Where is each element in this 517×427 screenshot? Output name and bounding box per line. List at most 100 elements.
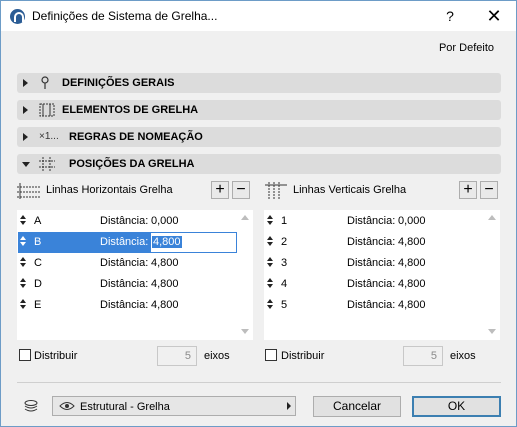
line-name: 5	[281, 299, 288, 311]
help-button[interactable]: ?	[437, 5, 463, 27]
remove-horizontal-line-button[interactable]: −	[232, 181, 250, 199]
add-vertical-line-button[interactable]: +	[459, 181, 477, 199]
remove-vertical-line-button[interactable]: −	[480, 181, 498, 199]
distance-value[interactable]: 4,800	[398, 299, 426, 311]
reorder-handle-icon[interactable]	[267, 214, 273, 228]
section-label: ELEMENTOS DE GRELHA	[62, 104, 199, 116]
list-item[interactable]: A Distância: 0,000	[18, 211, 238, 232]
distance-edit-field[interactable]: 4,800	[150, 232, 237, 253]
horizontal-axes-count-field[interactable]: 5	[157, 346, 197, 366]
vertical-axes-count-field[interactable]: 5	[403, 346, 443, 366]
grid-position-icon	[39, 157, 55, 171]
expand-arrow-icon	[23, 79, 28, 87]
line-name: C	[34, 257, 42, 269]
expand-arrow-icon	[23, 133, 28, 141]
scroll-down-arrow-icon[interactable]	[241, 329, 249, 334]
distance-value[interactable]: 4,800	[151, 278, 179, 290]
reorder-handle-icon[interactable]	[267, 256, 273, 270]
distance-label: Distância:	[347, 236, 396, 248]
ok-button[interactable]: OK	[412, 396, 501, 417]
distance-value[interactable]: 4,800	[398, 236, 426, 248]
distance-label: Distância:	[100, 236, 149, 248]
section-label: POSIÇÕES DA GRELHA	[69, 158, 195, 170]
distance-value[interactable]: 4,800	[398, 278, 426, 290]
list-item[interactable]: 2 Distância: 4,800	[265, 232, 485, 253]
grid-system-settings-dialog: Definições de Sistema de Grelha... ? ✕ P…	[0, 0, 517, 427]
horizontal-lines-title: Linhas Horizontais Grelha	[46, 184, 173, 196]
vertical-lines-list[interactable]: 1 Distância: 0,000 2 Distância: 4,800 3 …	[264, 210, 500, 340]
distance-value[interactable]: 0,000	[151, 215, 179, 227]
list-item[interactable]: D Distância: 4,800	[18, 274, 238, 295]
section-naming-rules[interactable]: ×1... REGRAS DE NOMEAÇÃO	[17, 127, 501, 147]
vertical-distribute-checkbox[interactable]	[265, 349, 277, 361]
layer-dropdown[interactable]: Estrutural - Grelha	[52, 396, 296, 416]
line-name: 3	[281, 257, 288, 269]
expand-arrow-icon	[23, 106, 28, 114]
distance-value[interactable]: 4,800	[398, 257, 426, 269]
line-name: 4	[281, 278, 288, 290]
distance-label: Distância:	[347, 257, 396, 269]
vertical-grid-lines-icon	[265, 182, 287, 200]
distance-label: Distância:	[100, 299, 149, 311]
line-name: E	[34, 299, 42, 311]
scroll-up-arrow-icon[interactable]	[241, 215, 249, 220]
pin-icon	[39, 76, 55, 90]
scroll-down-arrow-icon[interactable]	[488, 329, 496, 334]
reorder-handle-icon[interactable]	[267, 298, 273, 312]
line-name: A	[34, 215, 42, 227]
naming-icon: ×1...	[39, 131, 59, 142]
layer-dropdown-value: Estrutural - Grelha	[80, 401, 170, 413]
window-title: Definições de Sistema de Grelha...	[32, 9, 218, 23]
reorder-handle-icon[interactable]	[20, 256, 26, 270]
section-grid-positions[interactable]: POSIÇÕES DA GRELHA	[17, 154, 501, 174]
list-item[interactable]: 4 Distância: 4,800	[265, 274, 485, 295]
vertical-axes-label: eixos	[450, 350, 476, 362]
section-label: DEFINIÇÕES GERAIS	[62, 77, 175, 89]
list-item[interactable]: 5 Distância: 4,800	[265, 295, 485, 316]
line-name: 1	[281, 215, 288, 227]
distance-label: Distância:	[347, 278, 396, 290]
horizontal-grid-lines-icon	[17, 183, 41, 199]
list-item[interactable]: E Distância: 4,800	[18, 295, 238, 316]
vertical-lines-title: Linhas Verticais Grelha	[293, 184, 407, 196]
layers-icon	[23, 398, 39, 414]
list-item[interactable]: 1 Distância: 0,000	[265, 211, 485, 232]
horizontal-distribute-label: Distribuir	[34, 350, 78, 362]
vertical-scrollbar[interactable]	[238, 211, 252, 339]
cancel-button[interactable]: Cancelar	[313, 396, 401, 417]
list-item[interactable]: C Distância: 4,800	[18, 253, 238, 274]
line-name: 2	[281, 236, 288, 248]
section-general-settings[interactable]: DEFINIÇÕES GERAIS	[17, 73, 501, 93]
dropdown-arrow-icon	[287, 402, 291, 410]
distance-edit-value: 4,800	[152, 236, 182, 248]
close-button[interactable]: ✕	[481, 5, 507, 27]
horizontal-axes-label: eixos	[204, 350, 230, 362]
distance-label: Distância:	[100, 215, 149, 227]
horizontal-lines-list[interactable]: A Distância: 0,000 B Distância: 4,800 C …	[17, 210, 253, 340]
line-name: B	[34, 236, 42, 248]
distance-value[interactable]: 4,800	[151, 299, 179, 311]
horizontal-distribute-checkbox[interactable]	[19, 349, 31, 361]
distance-value[interactable]: 4,800	[151, 257, 179, 269]
distance-label: Distância:	[347, 299, 396, 311]
reorder-handle-icon[interactable]	[20, 277, 26, 291]
footer-divider	[17, 382, 501, 383]
line-name: D	[34, 278, 42, 290]
title-bar: Definições de Sistema de Grelha... ? ✕	[1, 1, 516, 31]
reorder-handle-icon[interactable]	[20, 214, 26, 228]
distance-value[interactable]: 0,000	[398, 215, 426, 227]
distance-label: Distância:	[347, 215, 396, 227]
list-item[interactable]: 3 Distância: 4,800	[265, 253, 485, 274]
reorder-handle-icon[interactable]	[267, 235, 273, 249]
reorder-handle-icon[interactable]	[20, 235, 26, 249]
defaults-label: Por Defeito	[438, 42, 494, 54]
reorder-handle-icon[interactable]	[267, 277, 273, 291]
reorder-handle-icon[interactable]	[20, 298, 26, 312]
section-grid-elements[interactable]: ELEMENTOS DE GRELHA	[17, 100, 501, 120]
section-label: REGRAS DE NOMEAÇÃO	[69, 131, 203, 143]
grid-element-icon	[39, 103, 55, 117]
scroll-up-arrow-icon[interactable]	[488, 215, 496, 220]
list-item[interactable]: B Distância: 4,800	[18, 232, 238, 253]
vertical-scrollbar[interactable]	[485, 211, 499, 339]
add-horizontal-line-button[interactable]: +	[211, 181, 229, 199]
